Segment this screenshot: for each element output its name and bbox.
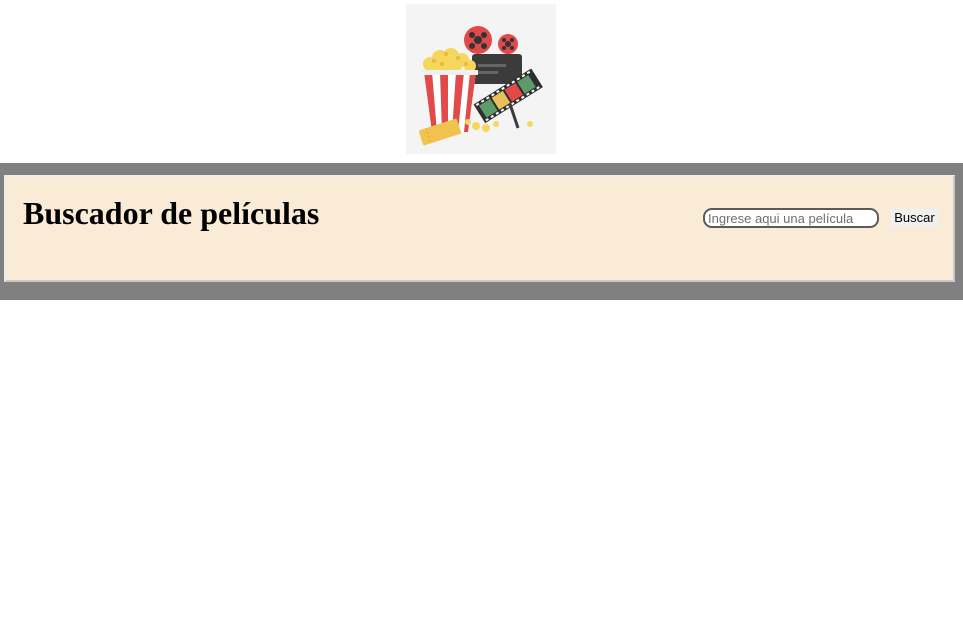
page-title: Buscador de películas: [23, 195, 320, 231]
search-input[interactable]: [703, 208, 879, 228]
search-button[interactable]: Buscar: [890, 209, 939, 227]
cinema-logo-icon: [419, 26, 543, 146]
header-panel: Buscador de películas Buscar: [4, 175, 955, 282]
logo: [406, 4, 556, 154]
header-frame: Buscador de películas Buscar: [0, 163, 963, 300]
